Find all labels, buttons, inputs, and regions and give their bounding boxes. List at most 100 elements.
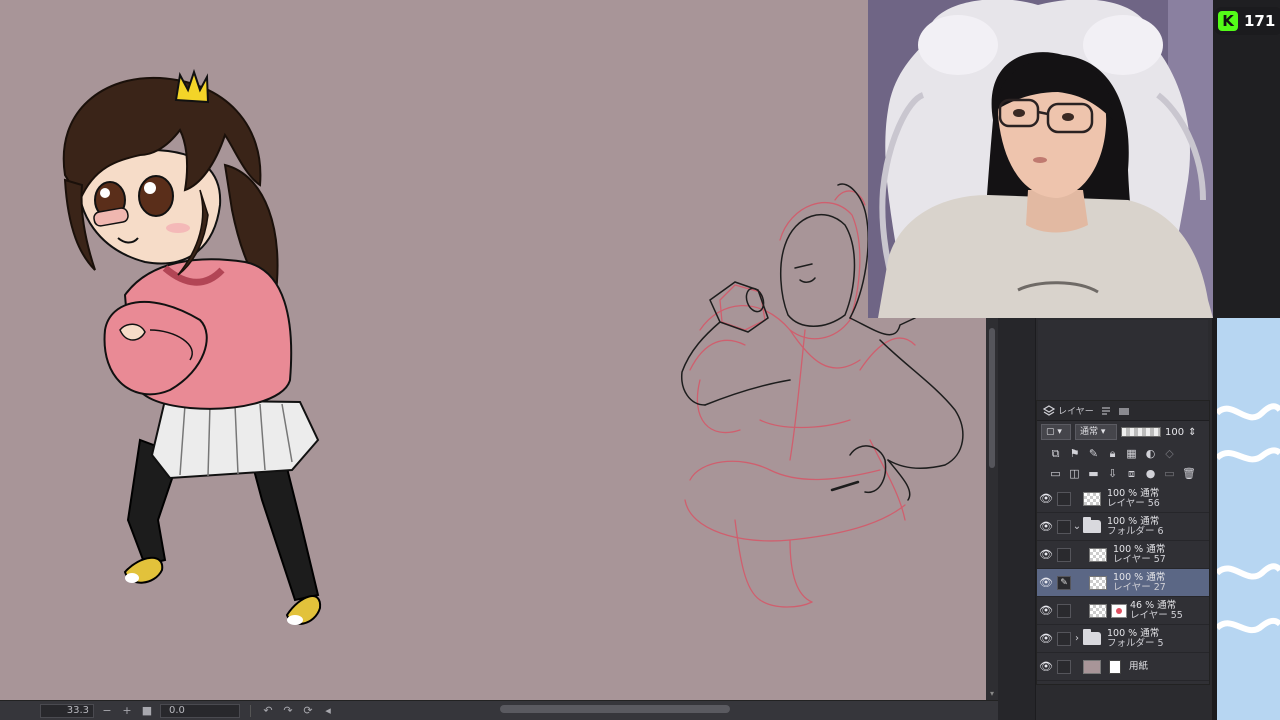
canvas-vertical-scrollbar[interactable]: ▾ (986, 318, 998, 700)
new-vector-layer-icon[interactable]: ◫ (1068, 467, 1081, 480)
edit-target-box[interactable] (1057, 603, 1071, 618)
clip-layer-icon[interactable]: ⧉ (1049, 447, 1062, 460)
layer-text: 100 % 通常 レイヤー 57 (1113, 543, 1166, 565)
ruler-icon[interactable]: ◇ (1163, 447, 1176, 460)
layer-action-tools: ▭ ◫ ▬ ⇩ ⧈ ● ▭ 🗑︎ (1037, 463, 1209, 483)
layer-row-selected[interactable]: 👁︎ ✎ 100 % 通常 レイヤー 27 (1037, 569, 1209, 597)
status-divider (250, 704, 251, 717)
drawing-canvas[interactable] (0, 0, 986, 700)
fit-square-icon[interactable]: ■ (140, 704, 154, 718)
layer-name: フォルダー 5 (1107, 637, 1164, 649)
transfer-down-icon[interactable]: ⇩ (1106, 467, 1119, 480)
visibility-eye-icon[interactable]: 👁︎ (1037, 576, 1055, 589)
tab-list[interactable] (1100, 405, 1112, 417)
streamer-webcam (868, 0, 1213, 318)
layer-name: レイヤー 55 (1130, 609, 1183, 621)
sub-palette-area (1038, 320, 1208, 400)
layer-text: 用紙 (1129, 661, 1148, 672)
layer-thumbnail (1089, 575, 1107, 590)
layer-palette: レイヤー ▢ ▾ 通常 ▾ 100 ⇕ ⧉ ⚑ ✎ 🔒︎ ▦ ◐ ◇ ▭ ◫ ▬… (1036, 400, 1210, 685)
layer-opacity-blend: 100 % 通常 (1113, 543, 1166, 555)
trash-icon[interactable]: 🗑︎ (1182, 467, 1196, 480)
kick-logo-icon: K (1218, 11, 1238, 31)
layer-text: 100 % 通常 レイヤー 27 (1113, 571, 1166, 593)
layer-text: 100 % 通常 フォルダー 6 (1107, 516, 1164, 537)
list-icon (1100, 405, 1112, 417)
zoom-in-button[interactable]: + (120, 704, 134, 718)
layer-text: 100 % 通常 フォルダー 5 (1107, 628, 1164, 649)
layer-opacity-blend: 100 % 通常 (1107, 487, 1160, 499)
blend-mode-select[interactable]: 通常 ▾ (1075, 424, 1117, 440)
folder-icon (1083, 629, 1101, 645)
scroll-down-arrow-icon[interactable]: ▾ (988, 690, 996, 698)
lock-transparency-icon[interactable]: ▦ (1125, 447, 1138, 460)
zoom-level-field[interactable]: 33.3 (40, 703, 94, 718)
layer-thumbnail (1089, 547, 1107, 562)
blend-mode-value: 通常 (1080, 427, 1099, 437)
folder-tab-icon (1118, 405, 1130, 417)
paper-color-swatch (1083, 659, 1101, 674)
chevron-down-icon[interactable]: ⌄ (1071, 521, 1083, 532)
new-folder-icon[interactable]: ▬ (1087, 467, 1100, 480)
opacity-value[interactable]: 100 (1165, 427, 1184, 438)
layer-opacity-blend: 100 % 通常 (1113, 571, 1166, 583)
rotation-angle-field[interactable]: 0.0 (160, 703, 240, 718)
panel-side-strip (998, 318, 1036, 720)
edit-target-box[interactable] (1057, 547, 1071, 562)
layer-row[interactable]: 👁︎ 100 % 通常 レイヤー 57 (1037, 541, 1209, 569)
visibility-eye-icon[interactable]: 👁︎ (1037, 660, 1055, 673)
zoom-out-button[interactable]: − (100, 704, 114, 718)
visibility-eye-icon[interactable]: 👁︎ (1037, 604, 1055, 617)
layer-mask-thumbnail[interactable] (1111, 603, 1127, 618)
paper-layer-row[interactable]: 👁︎ 用紙 (1037, 653, 1209, 681)
edit-target-box[interactable] (1057, 519, 1071, 534)
layer-color-select[interactable]: ▢ ▾ (1041, 424, 1071, 440)
mask-enable-icon[interactable]: ◐ (1144, 447, 1157, 460)
draft-layer-icon[interactable]: ✎ (1087, 447, 1100, 460)
tab-layer-label: レイヤー (1058, 407, 1094, 417)
visibility-eye-icon[interactable]: 👁︎ (1037, 548, 1055, 561)
reference-layer-icon[interactable]: ⚑ (1068, 447, 1081, 460)
lock-icon[interactable]: 🔒︎ (1106, 447, 1119, 460)
new-raster-layer-icon[interactable]: ▭ (1049, 467, 1062, 480)
layer-row[interactable]: 👁︎ 46 % 通常 レイヤー 55 (1037, 597, 1209, 625)
edit-target-box[interactable] (1057, 491, 1071, 506)
edit-target-box[interactable] (1057, 631, 1071, 646)
paper-icon (1109, 659, 1121, 674)
edit-target-box[interactable] (1057, 659, 1071, 674)
wave-pattern (1217, 318, 1280, 720)
blend-mode-row: ▢ ▾ 通常 ▾ 100 ⇕ (1037, 421, 1209, 443)
webcam-scene (868, 0, 1213, 318)
vertical-scroll-thumb[interactable] (989, 328, 995, 468)
opacity-stepper-icon[interactable]: ⇕ (1188, 427, 1196, 438)
reset-rotation-icon[interactable]: ⟳ (301, 704, 315, 718)
folder-icon (1083, 517, 1101, 533)
chevron-right-icon[interactable]: › (1071, 633, 1083, 644)
folder-row[interactable]: 👁︎ ⌄ 100 % 通常 フォルダー 6 (1037, 513, 1209, 541)
flip-horizontal-icon[interactable]: ◂ (321, 704, 335, 718)
visibility-eye-icon[interactable]: 👁︎ (1037, 492, 1055, 505)
layer-name: レイヤー 27 (1113, 581, 1166, 593)
canvas-status-bar: 33.3 − + ■ 0.0 ↶ ↷ ⟳ ◂ (0, 700, 998, 720)
layer-thumbnail (1083, 491, 1101, 506)
tab-layer[interactable]: レイヤー (1042, 404, 1094, 417)
layer-list: 👁︎ 100 % 通常 レイヤー 56 👁︎ ⌄ 100 % 通常 フォルダー … (1037, 485, 1209, 681)
visibility-eye-icon[interactable]: 👁︎ (1037, 520, 1055, 533)
rotate-right-icon[interactable]: ↷ (281, 704, 295, 718)
layer-icon (1042, 404, 1056, 417)
folder-row[interactable]: 👁︎ › 100 % 通常 フォルダー 5 (1037, 625, 1209, 653)
tab-folder[interactable] (1118, 405, 1130, 417)
layer-text: 100 % 通常 レイヤー 56 (1107, 487, 1160, 509)
create-mask-icon[interactable]: ● (1144, 467, 1157, 480)
pen-edit-icon[interactable]: ✎ (1057, 575, 1071, 590)
horizontal-scroll-thumb[interactable] (500, 705, 730, 713)
rotate-left-icon[interactable]: ↶ (261, 704, 275, 718)
apply-mask-icon[interactable]: ▭ (1163, 467, 1176, 480)
layer-row[interactable]: 👁︎ 100 % 通常 レイヤー 56 (1037, 485, 1209, 513)
clip-studio-screen: ▾ 33.3 − + ■ 0.0 ↶ ↷ ⟳ ◂ レイヤー ▢ ▾ 通常 ▾ 1… (0, 0, 1280, 720)
visibility-eye-icon[interactable]: 👁︎ (1037, 632, 1055, 645)
merge-down-icon[interactable]: ⧈ (1125, 467, 1138, 480)
opacity-slider[interactable] (1121, 427, 1161, 437)
layer-name: フォルダー 6 (1107, 525, 1164, 537)
layer-opacity-blend: 46 % 通常 (1130, 599, 1177, 611)
